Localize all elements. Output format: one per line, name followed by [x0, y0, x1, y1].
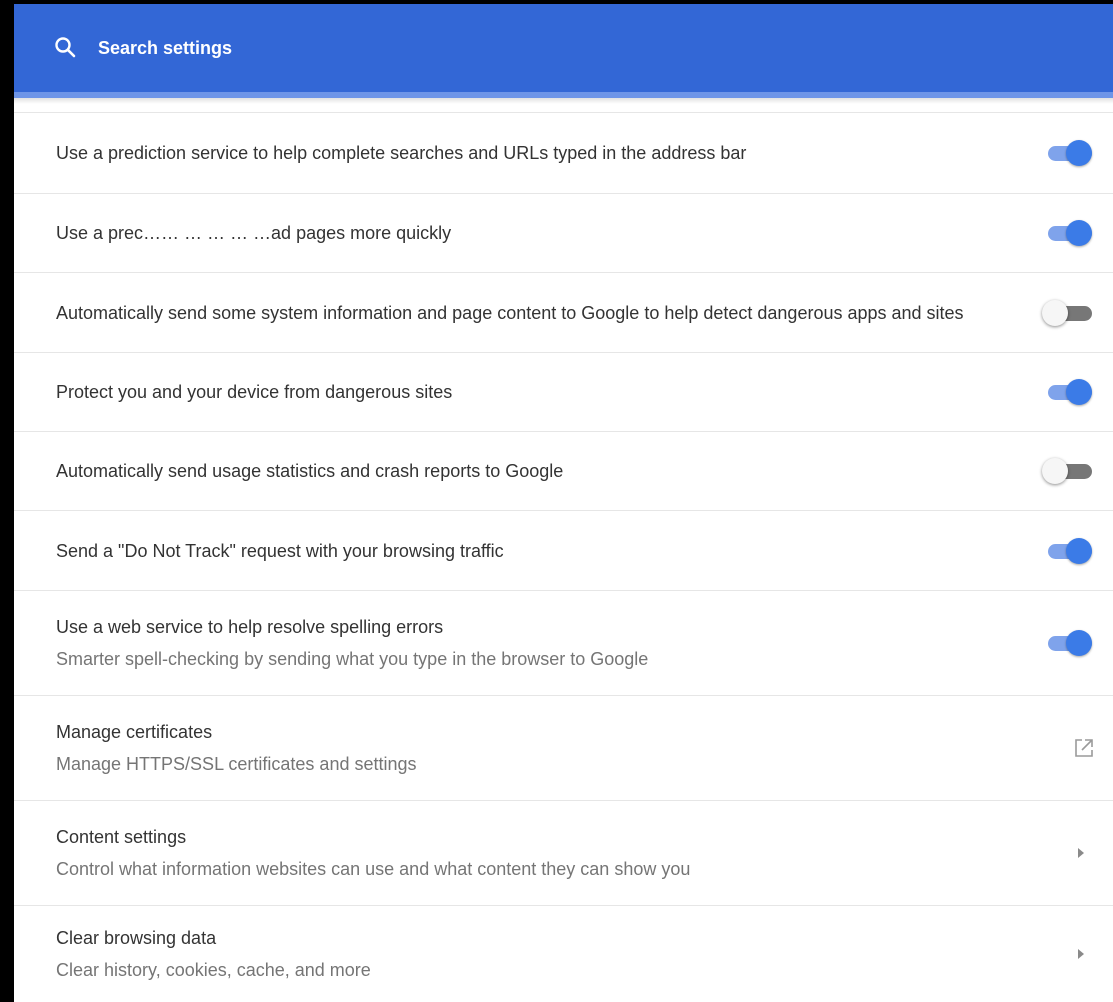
- setting-sublabel: Manage HTTPS/SSL certificates and settin…: [56, 754, 417, 774]
- toggle-spelling[interactable]: [1042, 629, 1094, 657]
- external-link-icon[interactable]: [1073, 737, 1095, 759]
- setting-label: Clear browsing data: [56, 928, 217, 948]
- toggle-prediction-search[interactable]: [1042, 139, 1094, 167]
- toggle-knob: [1066, 140, 1092, 166]
- setting-row-prediction-search: Use a prediction service to help complet…: [14, 112, 1113, 194]
- setting-label: Content settings: [56, 827, 187, 847]
- setting-row-manage-certificates[interactable]: Manage certificates Manage HTTPS/SSL cer…: [14, 696, 1113, 801]
- chevron-right-icon[interactable]: [1077, 847, 1085, 859]
- toggle-knob: [1066, 379, 1092, 405]
- toggle-usage-stats[interactable]: [1042, 457, 1094, 485]
- setting-label: Send a "Do Not Track" request with your …: [56, 540, 504, 561]
- setting-row-do-not-track: Send a "Do Not Track" request with your …: [14, 511, 1113, 591]
- toggle-safe-browsing[interactable]: [1042, 378, 1094, 406]
- toggle-system-info[interactable]: [1042, 299, 1094, 327]
- setting-row-content-settings[interactable]: Content settings Control what informatio…: [14, 801, 1113, 906]
- toggle-prediction-load[interactable]: [1042, 219, 1094, 247]
- setting-label: Automatically send usage statistics and …: [56, 461, 564, 481]
- setting-row-prediction-load: Use a prec…… … … … …ad pages more quickl…: [14, 193, 1113, 273]
- setting-label: Manage certificates: [56, 722, 213, 742]
- setting-label: Use a web service to help resolve spelli…: [56, 617, 444, 637]
- setting-sublabel: Clear history, cookies, cache, and more: [56, 960, 371, 980]
- setting-row-usage-stats: Automatically send usage statistics and …: [14, 432, 1113, 511]
- toggle-knob: [1066, 537, 1092, 564]
- toggle-knob: [1066, 219, 1092, 246]
- settings-header: Search settings: [14, 4, 1113, 92]
- settings-page: Search settings Use a prediction service…: [14, 4, 1113, 1002]
- setting-label: Automatically send some system informati…: [56, 302, 964, 323]
- setting-label: Use a prec…… … … … …ad pages more quickl…: [56, 222, 452, 243]
- toggle-knob: [1042, 299, 1068, 326]
- setting-sublabel: Smarter spell-checking by sending what y…: [56, 649, 649, 669]
- toggle-do-not-track[interactable]: [1042, 537, 1094, 565]
- search-input[interactable]: Search settings: [98, 37, 232, 59]
- toggle-knob: [1042, 458, 1068, 484]
- search-icon[interactable]: [54, 36, 76, 58]
- toggle-knob: [1066, 630, 1092, 656]
- setting-label: Protect you and your device from dangero…: [56, 382, 453, 402]
- setting-row-system-info: Automatically send some system informati…: [14, 273, 1113, 353]
- setting-row-spelling: Use a web service to help resolve spelli…: [14, 591, 1113, 696]
- setting-sublabel: Control what information websites can us…: [56, 859, 691, 879]
- setting-row-clear-browsing-data[interactable]: Clear browsing data Clear history, cooki…: [14, 906, 1113, 1002]
- header-shadow: [14, 98, 1113, 104]
- chevron-right-icon[interactable]: [1077, 948, 1085, 960]
- setting-row-safe-browsing: Protect you and your device from dangero…: [14, 353, 1113, 432]
- setting-label: Use a prediction service to help complet…: [56, 143, 747, 163]
